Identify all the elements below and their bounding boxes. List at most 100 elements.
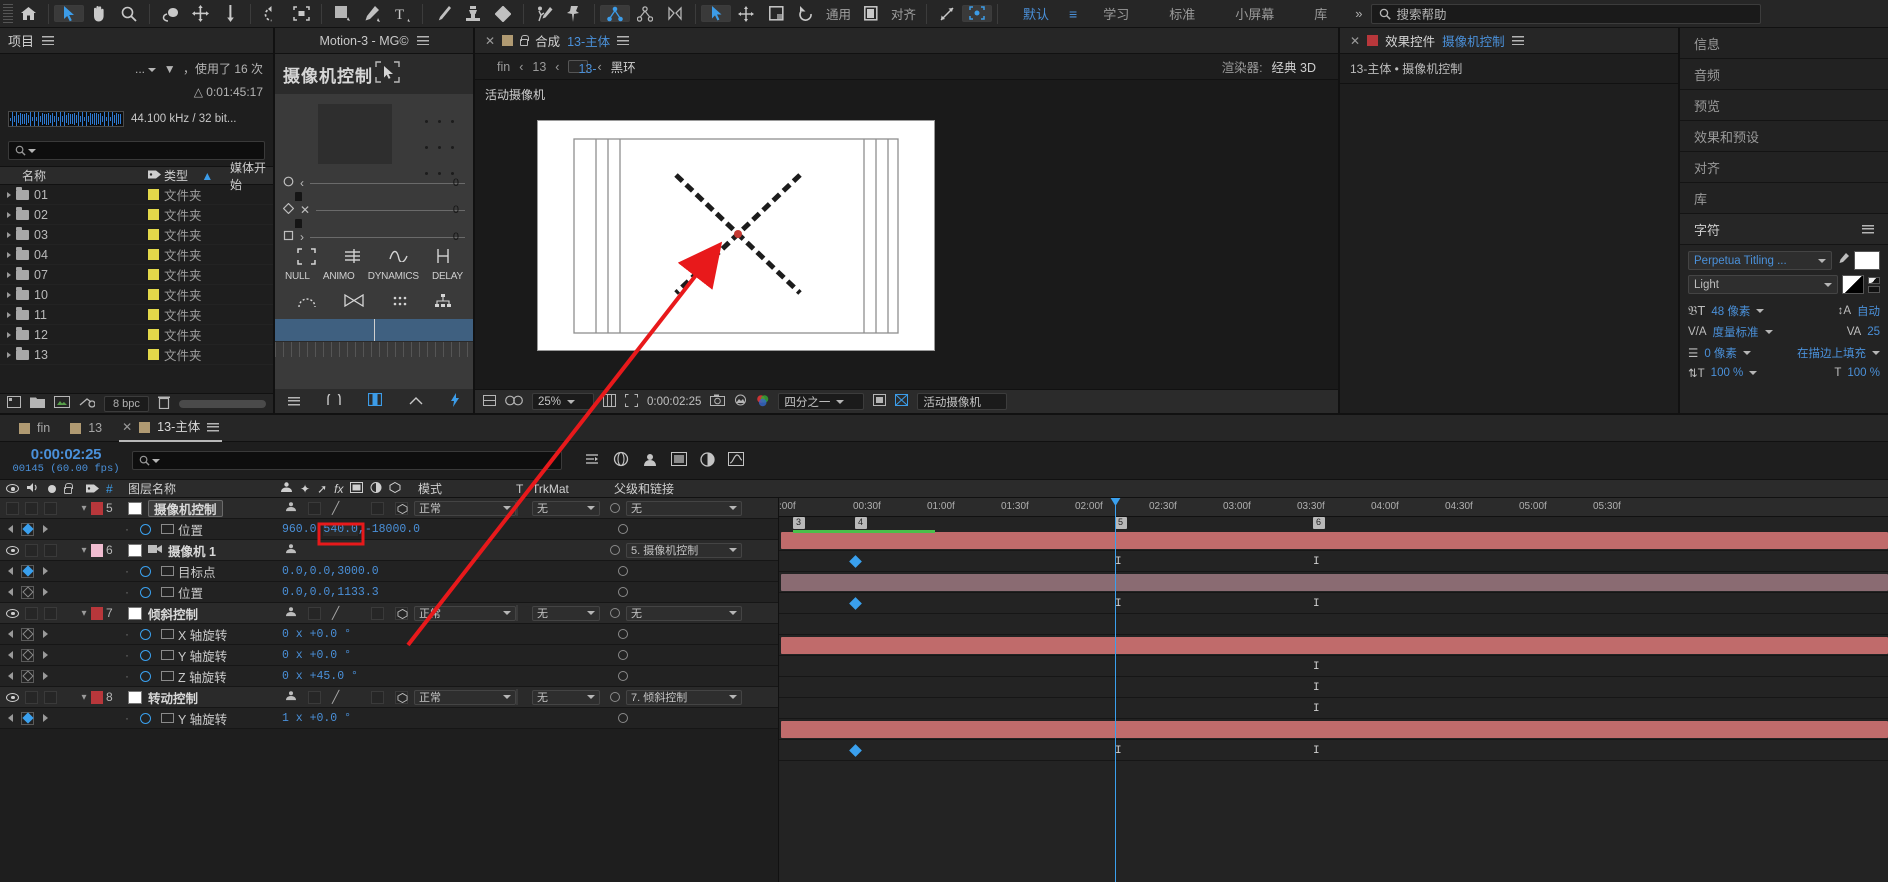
hamburger-icon[interactable] xyxy=(416,36,429,45)
motion-slider-2[interactable]: ✕ 0 xyxy=(282,202,465,217)
quality-icon[interactable]: ╱ xyxy=(332,606,339,620)
breadcrumb-13[interactable]: 13 xyxy=(532,60,546,74)
property-name[interactable]: 位置 xyxy=(178,587,203,601)
project-row[interactable]: 13 文件夹 xyxy=(0,345,273,365)
eraser-tool-icon[interactable] xyxy=(488,1,518,27)
region-select-icon[interactable] xyxy=(962,5,993,22)
chevron-down-icon[interactable] xyxy=(503,611,511,615)
workspace-overflow-icon[interactable]: » xyxy=(1347,6,1370,21)
parent-switch-icon[interactable] xyxy=(285,690,297,704)
audio-toggle[interactable] xyxy=(25,501,38,515)
chevron-down-icon[interactable] xyxy=(1872,351,1880,355)
chevron-down-icon[interactable] xyxy=(28,148,36,153)
label-color-swatch[interactable] xyxy=(148,289,159,300)
timeline-property-row[interactable]: · Y 轴旋转 1 x +0.0 ° xyxy=(0,708,778,729)
hamburger-icon[interactable] xyxy=(1511,36,1524,45)
timeline-markers[interactable]: 3 4 5 6 xyxy=(779,517,1888,530)
property-value-part[interactable]: 1 x +0.0 ° xyxy=(282,712,351,725)
composition-stage[interactable] xyxy=(537,120,935,351)
move-tool-icon[interactable] xyxy=(731,1,761,27)
disclosure-triangle-icon[interactable] xyxy=(7,211,11,218)
previous-keyframe-icon[interactable] xyxy=(8,567,14,575)
new-folder-icon[interactable] xyxy=(30,396,45,411)
dolly-camera-icon[interactable] xyxy=(660,1,690,27)
trkmat-select[interactable]: 无 xyxy=(532,605,600,621)
timeline-track-row[interactable]: I xyxy=(779,698,1888,719)
project-row[interactable]: 11 文件夹 xyxy=(0,305,273,325)
dynamics-button-label[interactable]: DYNAMICS xyxy=(368,271,419,282)
solo-toggle[interactable] xyxy=(44,501,57,515)
previous-keyframe-icon[interactable] xyxy=(8,588,14,596)
chevron-down-icon[interactable] xyxy=(729,548,737,552)
timeline-track-row[interactable]: II xyxy=(779,740,1888,761)
chevron-down-icon[interactable] xyxy=(1756,309,1765,313)
property-name[interactable]: X 轴旋转 xyxy=(178,629,227,643)
null-object-icon[interactable] xyxy=(296,248,316,268)
draft-3d-icon[interactable] xyxy=(613,451,629,470)
property-value-part[interactable]: ,-18000.0 xyxy=(358,523,420,536)
hamburger-icon[interactable] xyxy=(42,36,55,45)
previous-keyframe-icon[interactable] xyxy=(8,714,14,722)
sort-ascending-icon[interactable]: ▲ xyxy=(201,169,213,183)
composition-marker[interactable]: 5 xyxy=(1115,517,1128,529)
region-of-interest-icon[interactable] xyxy=(286,1,316,27)
stroke-color-swatch[interactable] xyxy=(1842,275,1864,294)
property-pickwhip-icon[interactable] xyxy=(618,650,628,660)
new-footage-icon[interactable] xyxy=(54,396,70,411)
timeline-layer-row[interactable]: ▾ 7 倾斜控制 ╱ 正常 无 无 xyxy=(0,603,778,624)
motion-timeline-strip[interactable] xyxy=(275,319,473,341)
comp-resolution-icon[interactable] xyxy=(483,394,496,409)
chevron-down-icon[interactable] xyxy=(587,695,595,699)
chevron-down-icon[interactable] xyxy=(503,506,511,510)
breadcrumb-black-ring[interactable]: 黑环 xyxy=(611,57,636,76)
audio-toggle[interactable] xyxy=(25,606,38,620)
vertical-scale-value[interactable]: 100 % xyxy=(1711,367,1744,379)
label-color-swatch[interactable] xyxy=(148,309,159,320)
eyedropper-icon[interactable] xyxy=(1836,252,1850,269)
project-scroll-handle[interactable] xyxy=(178,399,266,408)
keyframe-toggle[interactable] xyxy=(21,711,35,725)
disclosure-triangle-icon[interactable] xyxy=(7,291,11,298)
shape-tool-icon[interactable] xyxy=(327,1,357,27)
timeline-track-row[interactable]: II xyxy=(779,593,1888,614)
next-keyframe-icon[interactable] xyxy=(42,567,48,575)
eye-toggle[interactable] xyxy=(6,501,19,515)
column-header-name[interactable]: 名称 xyxy=(0,167,148,184)
stopwatch-icon[interactable] xyxy=(139,670,151,682)
audio-toggle[interactable] xyxy=(25,690,38,704)
mask-view-icon[interactable] xyxy=(505,395,523,409)
eye-icon[interactable] xyxy=(6,692,19,702)
chevron-down-icon-2[interactable]: ▼ xyxy=(164,62,176,76)
snapshot-icon[interactable] xyxy=(710,394,726,409)
motion-panel-title[interactable]: Motion-3 - MG© xyxy=(319,34,408,48)
keyframe-marker[interactable] xyxy=(849,555,862,568)
chevron-down-icon[interactable] xyxy=(1742,351,1751,355)
character-panel-title[interactable]: 字符 xyxy=(1694,220,1720,239)
layer-name[interactable]: 摄像机控制 xyxy=(148,499,223,517)
layer-duration-bar[interactable] xyxy=(781,574,1888,591)
selection-arrow-icon[interactable] xyxy=(701,5,731,22)
trkmat-select[interactable]: 无 xyxy=(532,689,600,705)
effect-controls-body[interactable] xyxy=(1340,84,1678,413)
timeline-track-row[interactable] xyxy=(779,530,1888,551)
composition-viewer[interactable]: 活动摄像机 xyxy=(475,80,1338,389)
workspace-default[interactable]: 默认 xyxy=(1003,4,1069,23)
timeline-property-row[interactable]: · 位置 960.0, 540.0 ,-18000.0 xyxy=(0,519,778,540)
keyframe-toggle[interactable] xyxy=(21,627,35,641)
previous-keyframe-icon[interactable] xyxy=(8,672,14,680)
solo-toggle[interactable] xyxy=(44,606,57,620)
quality-icon[interactable]: ╱ xyxy=(332,501,339,515)
search-help-input[interactable]: 搜索帮助 xyxy=(1370,3,1761,24)
stroke-width-value[interactable]: 0 像素 xyxy=(1704,345,1737,361)
previous-keyframe-icon[interactable] xyxy=(8,651,14,659)
frame-blending-icon[interactable] xyxy=(671,452,687,469)
stopwatch-icon[interactable] xyxy=(139,523,151,535)
no-fill-icon[interactable] xyxy=(1868,276,1880,293)
3d-toggle[interactable] xyxy=(395,690,408,704)
region-of-interest-icon[interactable] xyxy=(873,394,887,409)
close-icon[interactable]: ✕ xyxy=(122,413,132,442)
safe-zone-icon[interactable] xyxy=(625,393,638,410)
brush-tool-icon[interactable] xyxy=(428,1,458,27)
property-value-part[interactable]: 0 x +0.0 ° xyxy=(282,649,351,662)
keyframe-toggle[interactable] xyxy=(21,648,35,662)
